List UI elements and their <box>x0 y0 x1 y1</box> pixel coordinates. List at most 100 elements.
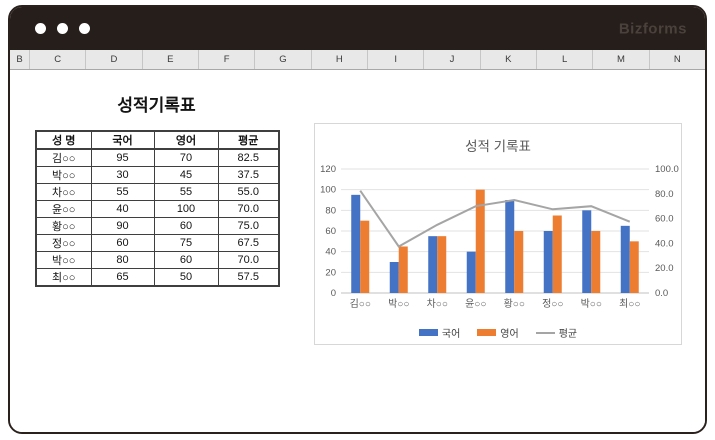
table-header-cell[interactable]: 평균 <box>217 130 280 150</box>
bar-영어[interactable] <box>437 236 447 293</box>
table-cell[interactable]: 75 <box>153 234 219 252</box>
table-cell[interactable]: 55.0 <box>217 183 280 201</box>
column-header-H[interactable]: H <box>312 50 368 69</box>
table-cell[interactable]: 70 <box>153 148 219 167</box>
legend-swatch <box>418 329 438 336</box>
left-axis-tick-label: 0 <box>331 288 336 299</box>
bar-국어[interactable] <box>620 225 630 293</box>
grade-table[interactable]: 성 명 국어 영어 평균 김○○ 95 70 82.5 박○○ 30 45 37.5 차○○ 55 55 5… <box>35 130 280 287</box>
table-cell[interactable]: 최○○ <box>35 268 92 287</box>
window-control-dot-3[interactable] <box>79 23 90 34</box>
legend-item-영어[interactable]: 영어 <box>477 325 519 340</box>
column-header-M[interactable]: M <box>593 50 650 69</box>
column-header-row: BCDEFGHIJKLMN <box>10 50 705 70</box>
column-header-G[interactable]: G <box>255 50 312 69</box>
app-window: Bizforms BCDEFGHIJKLMN 성적기록표 성 명 국어 영어 평균 김… <box>8 5 707 434</box>
window-control-dot-1[interactable] <box>35 23 46 34</box>
table-row: 김○○ 95 70 82.5 <box>35 148 280 167</box>
column-header-E[interactable]: E <box>143 50 199 69</box>
table-cell[interactable]: 65 <box>90 268 155 287</box>
bar-영어[interactable] <box>514 231 524 293</box>
table-cell[interactable]: 60 <box>153 251 219 269</box>
bar-국어[interactable] <box>389 262 399 293</box>
column-header-K[interactable]: K <box>481 50 537 69</box>
category-label: 최○○ <box>619 298 640 310</box>
legend-item-국어[interactable]: 국어 <box>418 325 461 340</box>
category-label: 정○○ <box>542 298 563 310</box>
category-label: 차○○ <box>427 298 448 310</box>
legend-item-평균[interactable]: 평균 <box>535 325 577 340</box>
table-cell[interactable]: 57.5 <box>217 268 280 287</box>
sheet-area[interactable]: 성적기록표 성 명 국어 영어 평균 김○○ 95 70 82.5 박○○ 30 45 37.5 차○… <box>10 70 705 432</box>
column-header-B[interactable]: B <box>10 50 30 69</box>
table-cell[interactable]: 95 <box>90 148 155 167</box>
bar-국어[interactable] <box>351 194 361 293</box>
table-cell[interactable]: 차○○ <box>35 183 92 201</box>
column-header-C[interactable]: C <box>30 50 87 69</box>
chart[interactable]: 성적 기록표 0 20 40 60 80 100 120 0.0 20.0 40.0 60.0 80.… <box>314 123 682 345</box>
category-label: 윤○○ <box>465 298 486 310</box>
bar-국어[interactable] <box>505 200 515 293</box>
chart-plot-svg: 0 20 40 60 80 100 120 0.0 20.0 40.0 60.0 80.0 100.0 김… <box>320 164 679 310</box>
table-cell[interactable]: 박○○ <box>35 251 92 269</box>
table-cell[interactable]: 박○○ <box>35 166 92 184</box>
bar-영어[interactable] <box>398 246 408 294</box>
table-cell[interactable]: 45 <box>153 166 219 184</box>
left-axis-tick-label: 40 <box>325 247 336 258</box>
bar-국어[interactable] <box>582 210 592 293</box>
table-cell[interactable]: 80 <box>90 251 155 269</box>
left-axis-tick-label: 80 <box>325 205 336 216</box>
title-bar: Bizforms <box>10 7 705 50</box>
table-cell[interactable]: 90 <box>90 217 155 235</box>
table-cell[interactable]: 윤○○ <box>35 200 92 218</box>
table-cell[interactable]: 60 <box>153 217 219 235</box>
bar-국어[interactable] <box>466 251 476 293</box>
table-cell[interactable]: 55 <box>90 183 155 201</box>
table-cell[interactable]: 75.0 <box>217 217 280 235</box>
category-label: 김○○ <box>350 298 371 310</box>
table-cell[interactable]: 황○○ <box>35 217 92 235</box>
bar-국어[interactable] <box>543 231 553 293</box>
column-header-J[interactable]: J <box>424 50 481 69</box>
column-header-D[interactable]: D <box>86 50 143 69</box>
category-label: 박○○ <box>581 298 602 310</box>
table-cell[interactable]: 40 <box>90 200 155 218</box>
column-header-N[interactable]: N <box>650 50 705 69</box>
table-cell[interactable]: 60 <box>90 234 155 252</box>
bar-영어[interactable] <box>552 215 562 294</box>
table-cell[interactable]: 82.5 <box>217 148 280 167</box>
table-cell[interactable]: 정○○ <box>35 234 92 252</box>
table-cell[interactable]: 70.0 <box>217 251 280 269</box>
table-cell[interactable]: 김○○ <box>35 148 92 167</box>
bar-국어[interactable] <box>428 236 438 293</box>
table-header-cell[interactable]: 영어 <box>153 130 219 150</box>
bar-영어[interactable] <box>360 220 370 293</box>
legend-swatch <box>535 331 555 334</box>
table-cell[interactable]: 37.5 <box>217 166 280 184</box>
bar-영어[interactable] <box>591 231 601 293</box>
left-axis-tick-label: 20 <box>325 267 336 278</box>
column-header-F[interactable]: F <box>199 50 256 69</box>
chart-title: 성적 기록표 <box>465 139 531 154</box>
left-axis-tick-label: 100 <box>320 185 336 196</box>
table-cell[interactable]: 100 <box>153 200 219 218</box>
bar-영어[interactable] <box>629 241 639 293</box>
table-cell[interactable]: 50 <box>153 268 219 287</box>
column-header-L[interactable]: L <box>537 50 594 69</box>
right-axis-tick-label: 100.0 <box>655 164 679 175</box>
category-label: 황○○ <box>504 298 525 310</box>
table-cell[interactable]: 70.0 <box>217 200 280 218</box>
column-header-I[interactable]: I <box>368 50 425 69</box>
table-row: 윤○○ 40 100 70.0 <box>35 200 280 218</box>
left-axis-tick-label: 120 <box>320 164 336 175</box>
table-header-cell[interactable]: 성 명 <box>35 130 92 150</box>
window-control-dot-2[interactable] <box>57 23 68 34</box>
legend-label: 국어 <box>441 329 461 340</box>
chart-legend: 국어 영어 평균 <box>315 325 681 340</box>
right-axis-tick-label: 60.0 <box>655 214 674 225</box>
sheet-title[interactable]: 성적기록표 <box>35 91 278 116</box>
table-cell[interactable]: 55 <box>153 183 219 201</box>
table-header-cell[interactable]: 국어 <box>90 130 155 150</box>
table-cell[interactable]: 30 <box>90 166 155 184</box>
table-cell[interactable]: 67.5 <box>217 234 280 252</box>
